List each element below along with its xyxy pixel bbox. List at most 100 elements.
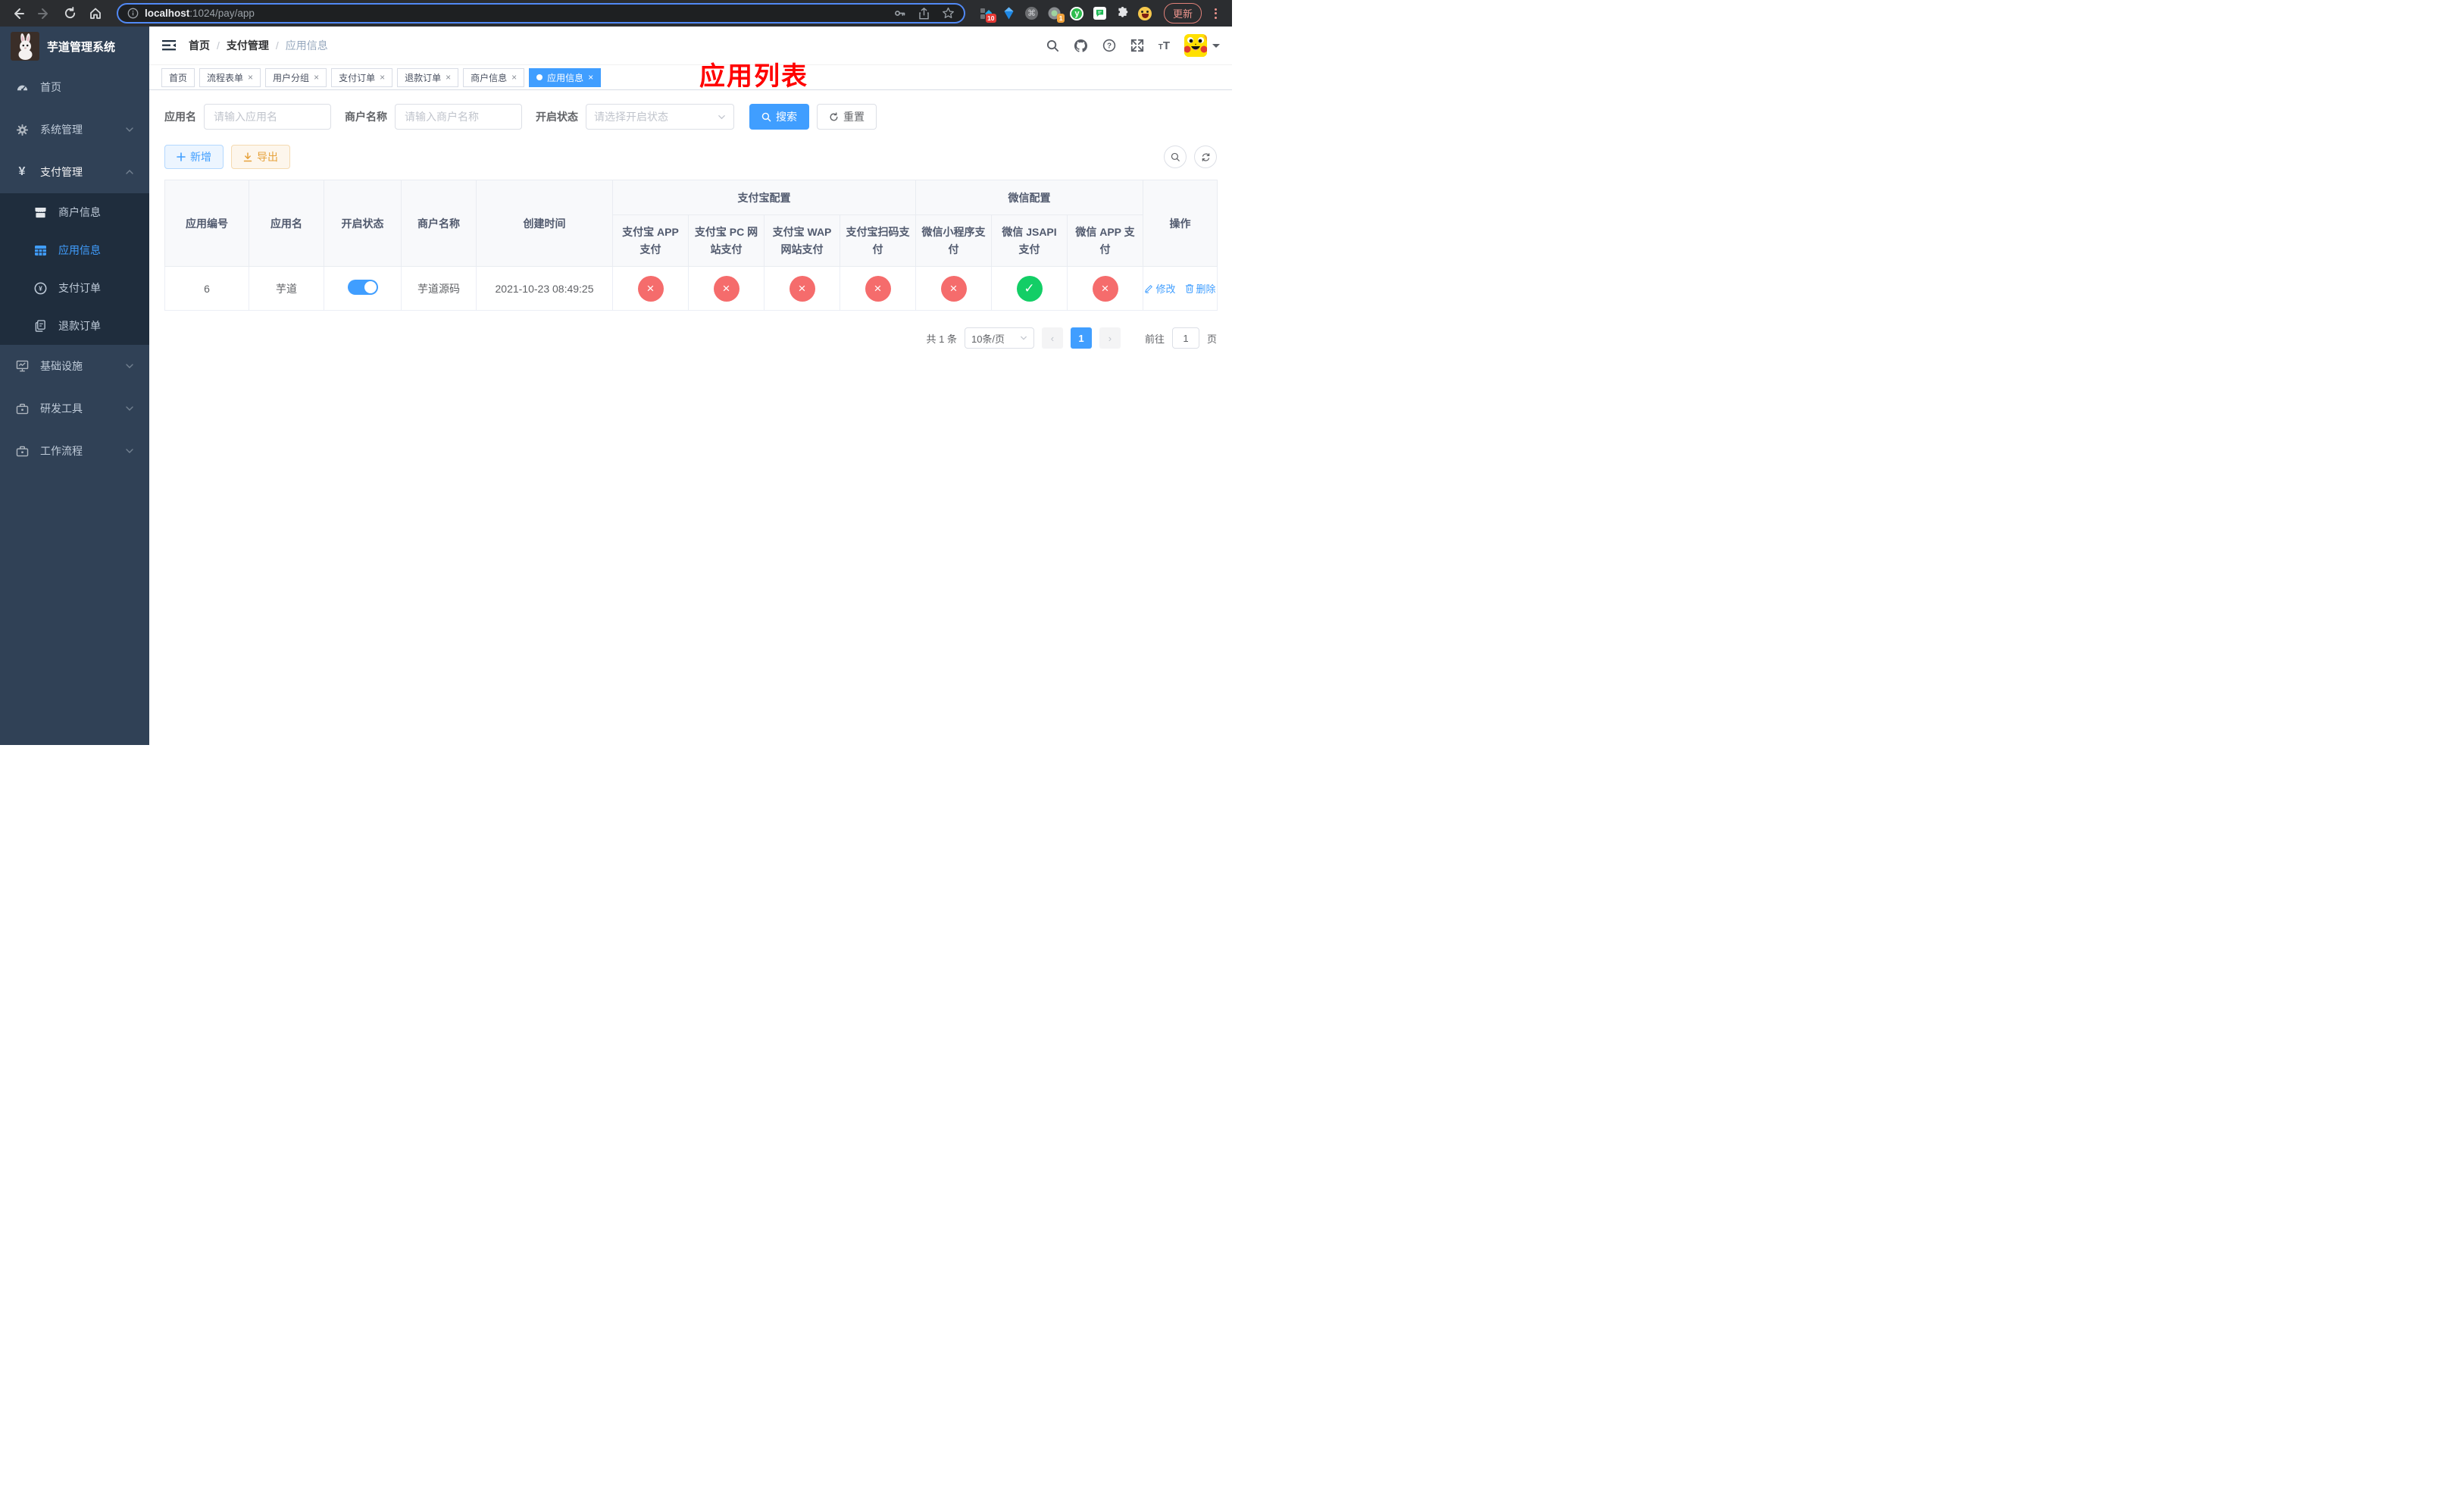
sidebar-item-dev-tools[interactable]: 研发工具: [0, 387, 149, 430]
url-text[interactable]: localhost:1024/pay/app: [145, 8, 255, 19]
app-header: 首页 / 支付管理 / 应用信息 ? TT: [149, 27, 1232, 64]
sidebar-item-merchant-info[interactable]: 商户信息: [0, 193, 149, 231]
ext-gem-icon[interactable]: [1002, 6, 1016, 20]
next-page-button[interactable]: ›: [1099, 327, 1121, 349]
fullscreen-icon[interactable]: [1130, 39, 1144, 52]
sidebar-item-infrastructure[interactable]: 基础设施: [0, 345, 149, 387]
add-button[interactable]: 新增: [164, 145, 224, 169]
page-number-button[interactable]: 1: [1070, 327, 1092, 349]
export-button[interactable]: 导出: [231, 145, 290, 169]
bookmark-star-icon[interactable]: [942, 7, 955, 20]
browser-toolbar: localhost:1024/pay/app 10 ⌘ 1 y 更新: [0, 0, 1232, 27]
ext-grid-icon[interactable]: 10: [979, 6, 996, 23]
font-size-icon[interactable]: TT: [1159, 39, 1170, 52]
pay-status-icon: ×: [940, 275, 967, 302]
site-info-icon[interactable]: [127, 8, 139, 19]
download-icon: [243, 152, 252, 161]
tab-process-form[interactable]: 流程表单 ×: [199, 67, 261, 87]
prev-page-button[interactable]: ‹: [1041, 327, 1063, 349]
sidebar-item-app-info[interactable]: 应用信息: [0, 231, 149, 269]
header-search-icon[interactable]: [1046, 39, 1059, 52]
back-icon[interactable]: [8, 3, 29, 24]
breadcrumb: 首页 / 支付管理 / 应用信息: [189, 38, 328, 53]
sidebar-item-home[interactable]: 首页: [0, 66, 149, 108]
col-alipay-qr: 支付宝扫码支付: [840, 214, 916, 267]
col-group-alipay: 支付宝配置: [612, 180, 916, 215]
tab-user-group[interactable]: 用户分组 ×: [265, 67, 327, 87]
home-icon[interactable]: [85, 3, 106, 24]
col-wechat-jsapi: 微信 JSAPI 支付: [991, 214, 1068, 267]
sidebar-item-pay-order[interactable]: ¥ 支付订单: [0, 269, 149, 307]
tab-app-info[interactable]: 应用信息 ×: [529, 67, 602, 87]
close-icon[interactable]: ×: [380, 72, 385, 83]
merchant-name-input[interactable]: [395, 104, 522, 130]
ext-y-icon[interactable]: y: [1070, 6, 1084, 20]
cell-created: 2021-10-23 08:49:25: [476, 266, 613, 311]
user-avatar[interactable]: [1184, 34, 1220, 57]
ext-chat-icon[interactable]: [1093, 6, 1107, 20]
close-icon[interactable]: ×: [588, 72, 593, 83]
tab-refund-order[interactable]: 退款订单 ×: [397, 67, 459, 87]
share-icon[interactable]: [918, 7, 930, 20]
col-wechat-mini: 微信小程序支付: [915, 214, 992, 267]
github-icon[interactable]: [1074, 39, 1088, 53]
chevron-down-icon: [718, 114, 725, 119]
sidebar: 芋道管理系统 首页 系统管理 ¥ 支付管理 商户信息 应用信息 ¥ 支付订单 退…: [0, 27, 149, 745]
active-dot: [536, 74, 543, 80]
col-wechat-app: 微信 APP 支付: [1067, 214, 1143, 267]
monitor-chart-icon: [15, 360, 29, 372]
tab-pay-order[interactable]: 支付订单 ×: [331, 67, 393, 87]
pagination: 共 1 条 10条/页 ‹ 1 › 前往 页: [164, 327, 1217, 349]
delete-link[interactable]: 删除: [1185, 281, 1216, 296]
gear-icon: [15, 124, 29, 136]
payment-submenu: 商户信息 应用信息 ¥ 支付订单 退款订单: [0, 193, 149, 345]
edit-link[interactable]: 修改: [1144, 281, 1176, 296]
close-icon[interactable]: ×: [314, 72, 319, 83]
page-title-annotation: 应用列表: [699, 62, 808, 91]
plus-icon: [177, 152, 186, 161]
breadcrumb-section[interactable]: 支付管理: [227, 38, 269, 53]
goto-page-input[interactable]: [1171, 327, 1199, 349]
sidebar-collapse-icon[interactable]: [161, 39, 177, 52]
page-size-select[interactable]: 10条/页: [964, 327, 1034, 349]
browser-menu-icon[interactable]: [1210, 8, 1221, 19]
page-content: 应用名 商户名称 开启状态 请选择开启状态 搜索 重置: [149, 90, 1232, 349]
url-bar[interactable]: localhost:1024/pay/app: [117, 3, 965, 23]
close-icon[interactable]: ×: [248, 72, 253, 83]
search-icon: [1171, 152, 1180, 161]
browser-update-button[interactable]: 更新: [1163, 3, 1202, 23]
sidebar-item-system[interactable]: 系统管理: [0, 108, 149, 151]
sidebar-item-workflow[interactable]: 工作流程: [0, 430, 149, 472]
sidebar-item-refund-order[interactable]: 退款订单: [0, 307, 149, 345]
open-status-select[interactable]: 请选择开启状态: [586, 104, 734, 130]
pay-status-icon: ×: [789, 275, 815, 302]
cell-app-name: 芋道: [249, 266, 324, 311]
reset-button[interactable]: 重置: [817, 104, 877, 130]
breadcrumb-home[interactable]: 首页: [189, 38, 210, 53]
reload-icon[interactable]: [59, 3, 80, 24]
sidebar-item-label: 应用信息: [58, 244, 101, 256]
ext-command-icon[interactable]: ⌘: [1024, 6, 1039, 20]
breadcrumb-page: 应用信息: [285, 39, 328, 52]
merchant-name-label: 商户名称: [345, 111, 387, 123]
pay-status-icon: ×: [1092, 275, 1118, 302]
close-icon[interactable]: ×: [511, 72, 517, 83]
ext-circle-icon[interactable]: 1: [1047, 6, 1065, 23]
enabled-toggle[interactable]: [347, 280, 378, 295]
forward-icon[interactable]: [33, 3, 55, 24]
app-name-input[interactable]: [204, 104, 331, 130]
search-button[interactable]: 搜索: [749, 104, 809, 130]
profile-emoji-avatar[interactable]: [1138, 6, 1152, 20]
tab-merchant-info[interactable]: 商户信息 ×: [463, 67, 525, 87]
page-unit-label: 页: [1206, 333, 1217, 345]
app-logo[interactable]: 芋道管理系统: [0, 27, 149, 66]
extensions-puzzle-icon[interactable]: [1115, 6, 1130, 20]
tab-home[interactable]: 首页: [161, 67, 195, 87]
help-icon[interactable]: ?: [1102, 39, 1116, 52]
filter-form: 应用名 商户名称 开启状态 请选择开启状态 搜索 重置: [164, 104, 1217, 130]
password-key-icon[interactable]: [893, 7, 906, 20]
refresh-table-button[interactable]: [1194, 146, 1217, 168]
sidebar-item-payment[interactable]: ¥ 支付管理: [0, 151, 149, 193]
close-icon[interactable]: ×: [446, 72, 451, 83]
toggle-search-button[interactable]: [1164, 146, 1187, 168]
